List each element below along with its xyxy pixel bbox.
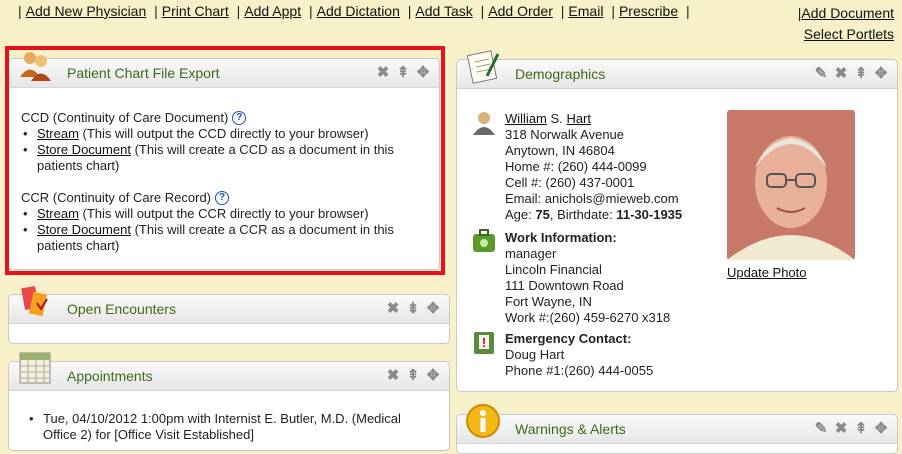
ccd-store-item: Store Document (This will create a CCD a… [21, 142, 427, 174]
last-name-link[interactable]: Hart [566, 111, 591, 126]
close-icon[interactable]: ✖ [833, 421, 849, 437]
work-info: Work Information: manager Lincoln Financ… [505, 230, 670, 326]
move-icon[interactable]: ✥ [873, 66, 889, 82]
work-company: Lincoln Financial [505, 262, 602, 277]
prescribe-link[interactable]: Prescribe [619, 3, 678, 19]
portlet-title: Warnings & Alerts [515, 421, 626, 437]
portlet-controls: ✎ ✖ ⇞ ✥ [813, 421, 889, 437]
portlet-title: Demographics [515, 66, 606, 82]
portlet-body: Tue, 04/10/2012 1:00pm with Internist E.… [9, 391, 429, 451]
select-portlets-link[interactable]: Select Portlets [804, 26, 894, 42]
help-icon[interactable]: ? [215, 191, 230, 205]
ccd-store-document-link[interactable]: Store Document [37, 142, 131, 157]
emergency-name: Doug Hart [505, 347, 565, 362]
collapse-icon[interactable]: ⇞ [853, 66, 869, 82]
edit-icon[interactable]: ✎ [813, 66, 829, 82]
portlet-header: Appointments ✖ ⇞ ✥ [9, 352, 449, 391]
add-new-physician-link[interactable]: Add New Physician [26, 3, 147, 19]
people-icon [20, 52, 51, 81]
action-link-bar: | Add New Physician | Print Chart | Add App… [18, 3, 690, 19]
close-icon[interactable]: ✖ [385, 368, 401, 384]
ccr-stream-link[interactable]: Stream [37, 206, 79, 221]
email: Email: anichols@mieweb.com [505, 191, 679, 206]
work-address-2: Fort Wayne, IN [505, 294, 592, 309]
work-address-1: 111 Downtown Road [505, 278, 624, 293]
emergency-heading: Emergency Contact: [505, 331, 632, 346]
portlet-header: Warnings & Alerts ✎ ✖ ⇞ ✥ [457, 404, 897, 444]
add-task-link[interactable]: Add Task [415, 3, 472, 19]
right-link-bar: |Add Document Select Portlets [797, 5, 894, 42]
address-line-1: 318 Norwalk Avenue [505, 127, 625, 142]
encounter-folder-icon [21, 285, 48, 317]
work-title: manager [505, 246, 557, 261]
ccr-stream-item: Stream (This will output the CCR directl… [21, 206, 427, 222]
collapse-icon[interactable]: ⇞ [405, 368, 421, 384]
cell-phone: Cell #: (260) 437-0001 [505, 175, 635, 190]
ccd-heading: CCD (Continuity of Care Document) [21, 110, 229, 125]
portlet-title: Appointments [67, 368, 153, 384]
portlet-controls: ✖ ⇟ ✥ [385, 301, 441, 317]
add-document-link[interactable]: Add Document [801, 5, 894, 21]
clipboard-icon [466, 50, 500, 84]
ccr-section: CCR (Continuity of Care Record)? Stream … [21, 190, 427, 254]
portlet-header: Open Encounters ✖ ⇟ ✥ [9, 285, 449, 324]
expand-icon[interactable]: ⇟ [405, 301, 421, 317]
portlet-controls: ✖ ⇞ ✥ [385, 368, 441, 384]
calendar-icon [19, 352, 51, 384]
ccr-store-item: Store Document (This will create a CCR a… [21, 222, 427, 254]
patient-photo [727, 110, 855, 260]
ccd-stream-link[interactable]: Stream [37, 126, 79, 141]
address-line-2: Anytown, IN 46804 [505, 143, 615, 158]
appointment-item[interactable]: Tue, 04/10/2012 1:00pm with Internist E.… [27, 411, 417, 443]
add-dictation-link[interactable]: Add Dictation [317, 3, 400, 19]
update-photo-link[interactable]: Update Photo [727, 265, 807, 280]
collapse-icon[interactable]: ⇞ [395, 65, 411, 81]
demographics-portlet: Demographics ✎ ✖ ⇞ ✥ William S. Hart 318… [456, 50, 898, 392]
info-icon [466, 404, 500, 438]
portlet-header: Patient Chart File Export ✖ ⇞ ✥ [9, 52, 439, 88]
move-icon[interactable]: ✥ [873, 421, 889, 437]
work-phone: Work #:(260) 459-6270 x318 [505, 310, 671, 325]
portlet-controls: ✖ ⇞ ✥ [375, 65, 431, 81]
portlet-body: CCD (Continuity of Care Document)? Strea… [9, 88, 439, 262]
ccd-section: CCD (Continuity of Care Document)? Strea… [21, 110, 427, 174]
close-icon[interactable]: ✖ [375, 65, 391, 81]
email-link[interactable]: Email [568, 3, 603, 19]
collapse-icon[interactable]: ⇞ [853, 421, 869, 437]
close-icon[interactable]: ✖ [833, 66, 849, 82]
first-name-link[interactable]: William [505, 111, 547, 126]
add-order-link[interactable]: Add Order [488, 3, 553, 19]
portlet-title: Open Encounters [67, 301, 176, 317]
open-encounters-portlet: Open Encounters ✖ ⇟ ✥ [8, 285, 450, 344]
warnings-alerts-portlet: Warnings & Alerts ✎ ✖ ⇞ ✥ [456, 404, 898, 454]
move-icon[interactable]: ✥ [425, 301, 441, 317]
emergency-icon: ! [474, 332, 494, 354]
home-phone: Home #: (260) 444-0099 [505, 159, 647, 174]
svg-text:!: ! [482, 335, 486, 350]
close-icon[interactable]: ✖ [385, 301, 401, 317]
age-birthdate: Age: 75, Birthdate: 11-30-1935 [505, 207, 683, 222]
ccr-store-document-link[interactable]: Store Document [37, 222, 131, 237]
edit-icon[interactable]: ✎ [813, 421, 829, 437]
portlet-controls: ✎ ✖ ⇞ ✥ [813, 66, 889, 82]
emergency-contact: Emergency Contact: Doug Hart Phone #1:(2… [505, 331, 653, 379]
emergency-phone: Phone #1:(260) 444-0055 [505, 363, 654, 378]
patient-chart-export-portlet: Patient Chart File Export ✖ ⇞ ✥ CCD (Con… [8, 52, 440, 270]
work-heading: Work Information: [505, 230, 617, 245]
move-icon[interactable]: ✥ [415, 65, 431, 81]
ccr-heading: CCR (Continuity of Care Record) [21, 190, 212, 205]
person-icon [473, 112, 495, 135]
ccd-stream-item: Stream (This will output the CCD directl… [21, 126, 427, 142]
portlet-title: Patient Chart File Export [67, 65, 220, 81]
move-icon[interactable]: ✥ [425, 368, 441, 384]
patient-info: William S. Hart 318 Norwalk Avenue Anyto… [505, 111, 683, 222]
briefcase-icon [473, 229, 495, 252]
portlet-header: Demographics ✎ ✖ ⇞ ✥ [457, 50, 897, 89]
add-appt-link[interactable]: Add Appt [244, 3, 301, 19]
help-icon[interactable]: ? [232, 111, 247, 125]
print-chart-link[interactable]: Print Chart [162, 3, 229, 19]
